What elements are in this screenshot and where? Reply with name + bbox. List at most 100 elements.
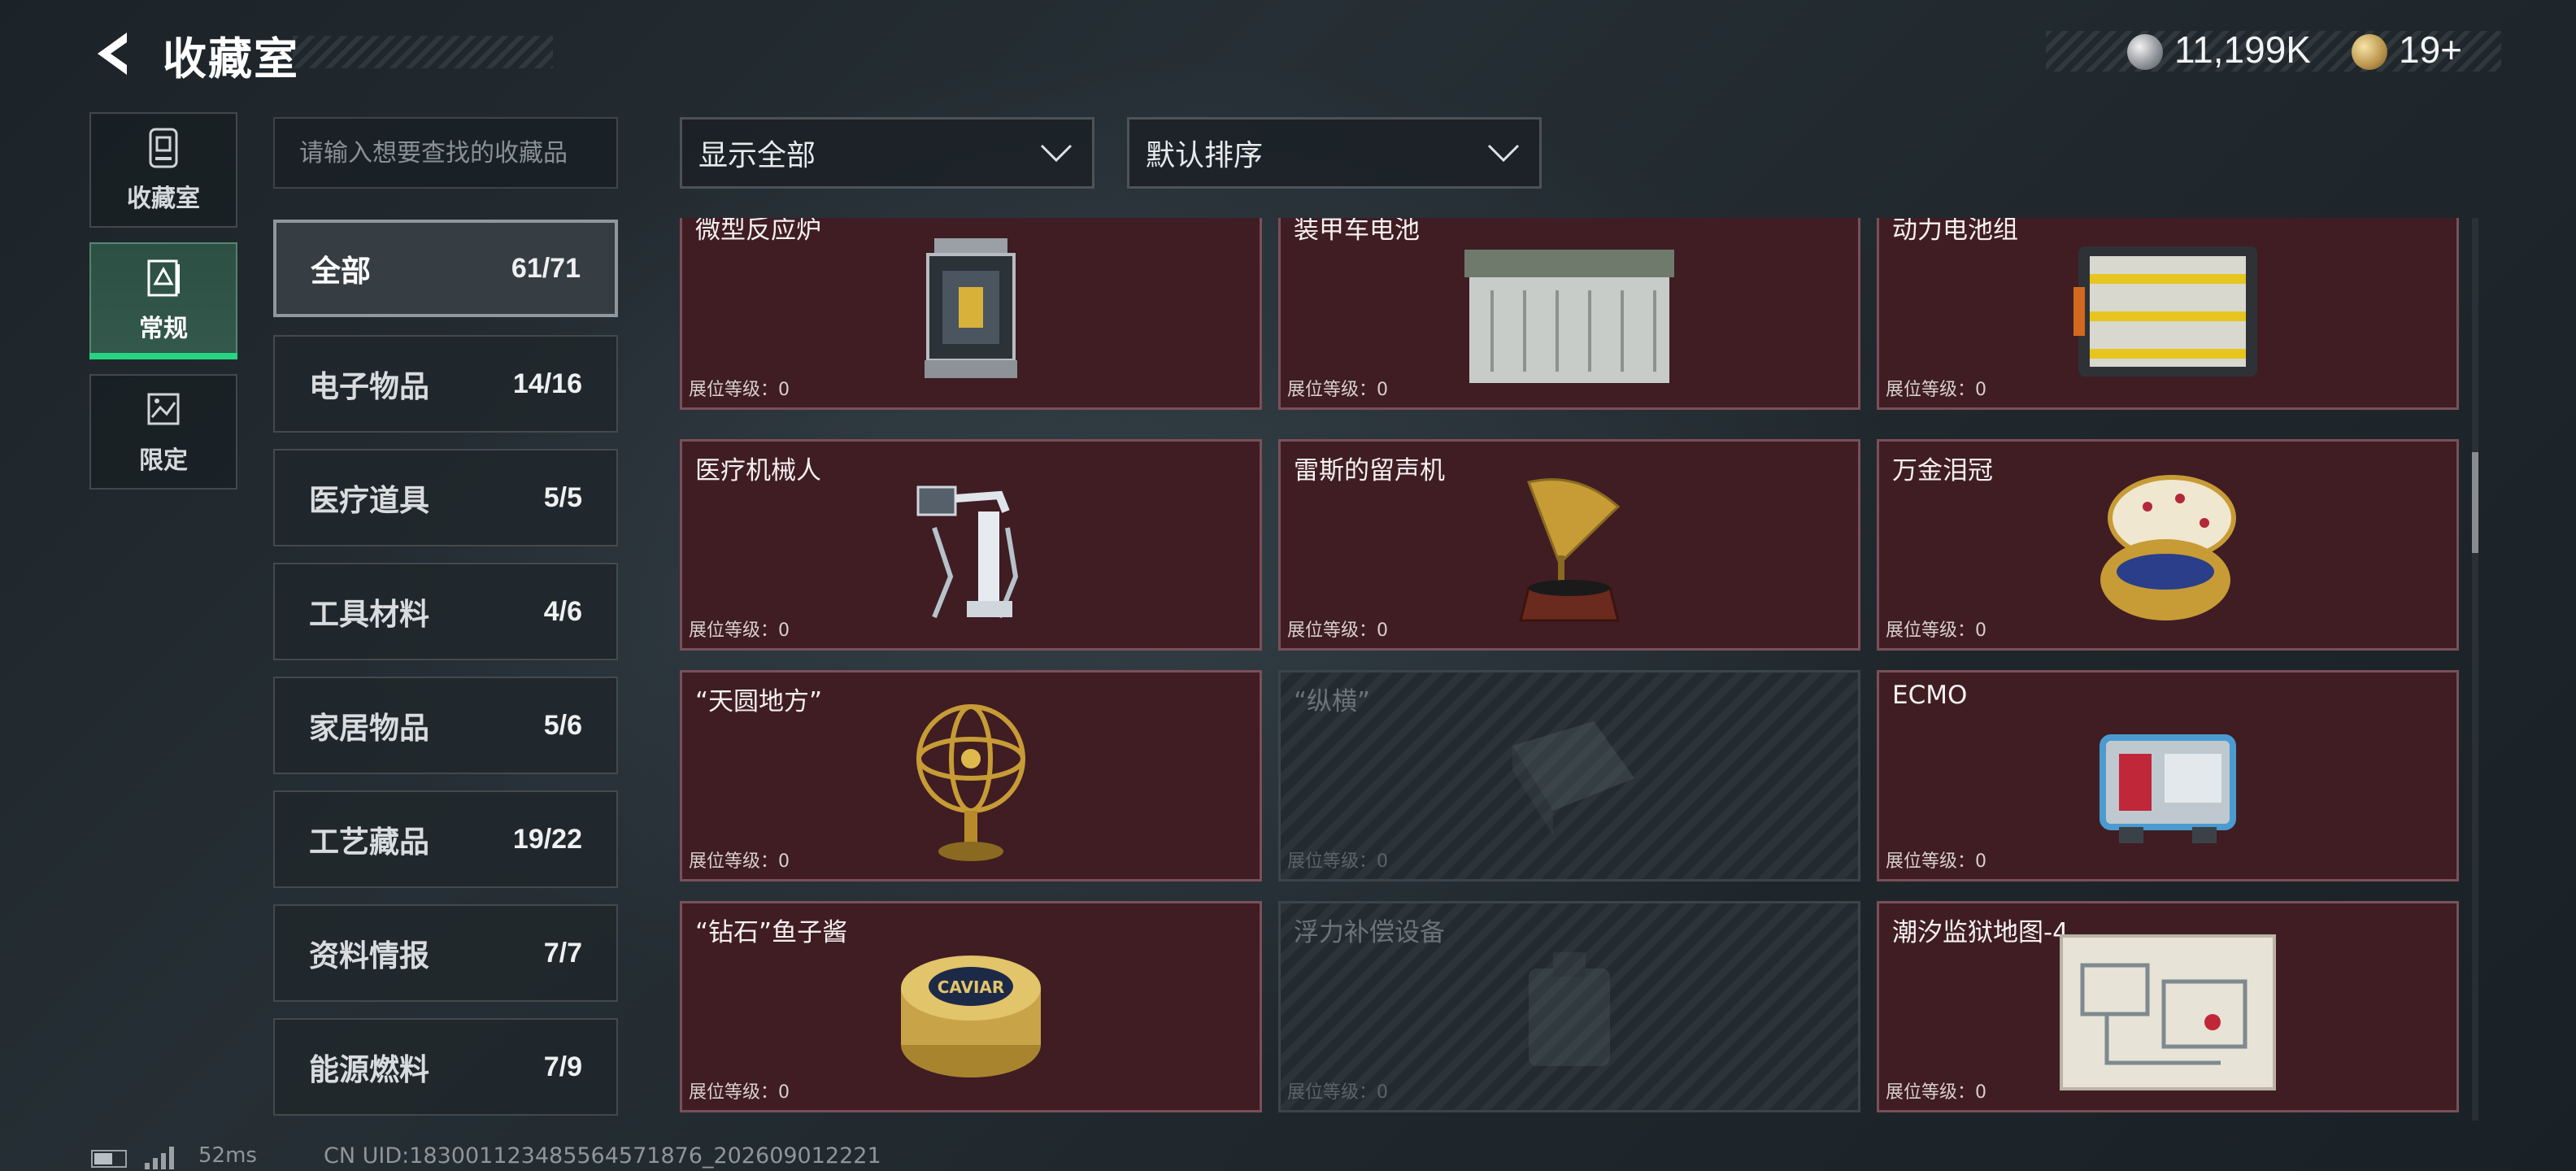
battery-icon xyxy=(91,1150,127,1168)
prison-map-icon xyxy=(2060,934,2276,1090)
subcategory-name: 电子物品 xyxy=(309,369,429,404)
collection-card[interactable]: 雷斯的留声机 展位等级：0 xyxy=(1278,439,1860,651)
collection-card-locked[interactable]: “纵横” 展位等级：0 xyxy=(1278,670,1860,882)
subcategory-count: 5/6 xyxy=(543,709,582,741)
gramophone-icon xyxy=(1519,478,1621,622)
ecmo-machine-icon xyxy=(2100,734,2236,843)
collection-card-locked[interactable]: 浮力补偿设备 展位等级：0 xyxy=(1278,901,1860,1112)
back-button[interactable] xyxy=(88,28,140,80)
caviar-label: CAVIAR xyxy=(938,977,1005,997)
player-uid: CN UID:1830011234855645718​76_2026090122… xyxy=(324,1143,881,1169)
subcategory-count: 7/9 xyxy=(543,1051,582,1082)
collection-card[interactable]: “天圆地方” 展位等级：0 xyxy=(680,670,1262,882)
item-name: “天圆地方” xyxy=(695,687,823,716)
item-name: 微型反应炉 xyxy=(695,218,821,245)
latency-value: 52ms xyxy=(198,1143,257,1168)
subcategory-household[interactable]: 家居物品 5/6 xyxy=(273,677,618,774)
subcategory-name: 全部 xyxy=(311,254,371,289)
exhibit-level: 展位等级：0 xyxy=(1886,620,1986,641)
subcategory-name: 家居物品 xyxy=(309,711,429,746)
subcategory-crafts[interactable]: 工艺藏品 19/22 xyxy=(273,790,618,888)
silver-coin-icon xyxy=(2127,34,2163,70)
collection-grid[interactable]: 微型反应炉 展位等级：0 装甲车电池 展位等级：0 动力电池组 展位等级：0 医… xyxy=(680,218,2461,1121)
item-name: 医疗机械人 xyxy=(695,456,821,485)
item-name: 万金泪冠 xyxy=(1892,456,1993,485)
armored-battery-icon xyxy=(1464,250,1674,383)
exhibit-level: 展位等级：0 xyxy=(1886,380,1986,400)
title-decoration xyxy=(293,36,553,68)
medical-robot-icon xyxy=(916,485,1019,619)
item-name: “纵横” xyxy=(1294,687,1371,716)
subcategory-count: 61/71 xyxy=(511,252,581,284)
exhibit-level: 展位等级：0 xyxy=(1287,620,1388,641)
collection-card[interactable]: “钻石”鱼子酱 CAVIAR 展位等级：0 xyxy=(680,901,1262,1112)
sort-value: 默认排序 xyxy=(1146,139,1264,172)
item-name: ECMO xyxy=(1892,681,1968,710)
regular-icon xyxy=(147,259,180,297)
chevron-down-icon xyxy=(1040,144,1073,163)
collection-card[interactable]: 动力电池组 展位等级：0 xyxy=(1877,218,2459,410)
collection-card[interactable]: 万金泪冠 展位等级：0 xyxy=(1877,439,2459,651)
item-name: 潮汐监狱地图-4 xyxy=(1892,918,2069,947)
collection-card[interactable]: 潮汐监狱地图-4 展位等级：0 xyxy=(1877,901,2459,1112)
page-title: 收藏室 xyxy=(163,33,299,85)
exhibit-level: 展位等级：0 xyxy=(1886,1082,1986,1103)
collection-card[interactable]: ECMO 展位等级：0 xyxy=(1877,670,2459,882)
item-name: 动力电池组 xyxy=(1892,218,2018,245)
subcategory-name: 工艺藏品 xyxy=(309,825,429,860)
grid-scrollbar-thumb[interactable] xyxy=(2472,452,2478,553)
search-input[interactable] xyxy=(273,117,618,189)
rail-item-regular[interactable]: 常规 xyxy=(89,242,237,358)
subcategory-tools[interactable]: 工具材料 4/6 xyxy=(273,563,618,660)
subcategory-count: 14/16 xyxy=(512,368,582,399)
rail-item-label: 限定 xyxy=(139,446,188,475)
item-name: 雷斯的留声机 xyxy=(1294,456,1445,485)
subcategory-intel[interactable]: 资料情报 7/7 xyxy=(273,904,618,1002)
silver-currency-value: 11,199K xyxy=(2174,28,2311,71)
rail-item-collection-room[interactable]: 收藏室 xyxy=(89,112,237,228)
subcategory-count: 19/22 xyxy=(512,823,582,855)
subcategory-count: 5/5 xyxy=(543,481,582,513)
sort-dropdown[interactable]: 默认排序 xyxy=(1127,117,1542,189)
exhibit-level: 展位等级：0 xyxy=(1886,851,1986,872)
gold-currency-value: 19+ xyxy=(2399,28,2463,71)
armillary-sphere-icon xyxy=(916,704,1025,861)
signal-icon xyxy=(145,1147,174,1169)
rail-item-limited[interactable]: 限定 xyxy=(89,374,237,490)
item-name: 浮力补偿设备 xyxy=(1294,918,1445,947)
chevron-down-icon xyxy=(1487,144,1520,163)
gold-coin-icon xyxy=(2352,34,2387,70)
subcategory-name: 能源燃料 xyxy=(309,1052,429,1087)
subcategory-all[interactable]: 全部 61/71 xyxy=(273,220,618,317)
active-rail-indicator xyxy=(89,353,237,359)
subcategory-name: 工具材料 xyxy=(309,597,429,632)
buoyancy-device-icon xyxy=(1529,952,1610,1066)
exhibit-level: 展位等级：0 xyxy=(689,380,790,400)
grid-scrollbar-track[interactable] xyxy=(2472,218,2478,1121)
display-filter-value: 显示全部 xyxy=(698,139,816,172)
subcategory-electronics[interactable]: 电子物品 14/16 xyxy=(273,335,618,433)
collection-card[interactable]: 装甲车电池 展位等级：0 xyxy=(1278,218,1860,410)
caviar-tin-icon: CAVIAR xyxy=(901,956,1041,1077)
exhibit-level: 展位等级：0 xyxy=(1287,851,1388,872)
chessboard-icon xyxy=(1512,721,1634,835)
collection-card[interactable]: 医疗机械人 展位等级：0 xyxy=(680,439,1262,651)
subcategory-fuel[interactable]: 能源燃料 7/9 xyxy=(273,1018,618,1116)
subcategory-name: 医疗道具 xyxy=(309,483,429,518)
collection-card[interactable]: 微型反应炉 展位等级：0 xyxy=(680,218,1262,410)
rail-item-label: 收藏室 xyxy=(127,185,200,213)
rail-item-label: 常规 xyxy=(139,315,188,343)
micro-reactor-icon xyxy=(925,238,1017,378)
exhibit-level: 展位等级：0 xyxy=(689,620,790,641)
power-battery-pack-icon xyxy=(2073,246,2257,377)
collection-room-icon xyxy=(149,128,178,168)
subcategory-count: 4/6 xyxy=(543,595,582,627)
subcategory-count: 7/7 xyxy=(543,937,582,969)
jeweled-egg-icon xyxy=(2100,475,2236,620)
subcategory-name: 资料情报 xyxy=(309,938,429,973)
exhibit-level: 展位等级：0 xyxy=(689,851,790,872)
exhibit-level: 展位等级：0 xyxy=(689,1082,790,1103)
display-filter-dropdown[interactable]: 显示全部 xyxy=(680,117,1094,189)
subcategory-medical[interactable]: 医疗道具 5/5 xyxy=(273,449,618,546)
limited-icon xyxy=(147,393,180,425)
